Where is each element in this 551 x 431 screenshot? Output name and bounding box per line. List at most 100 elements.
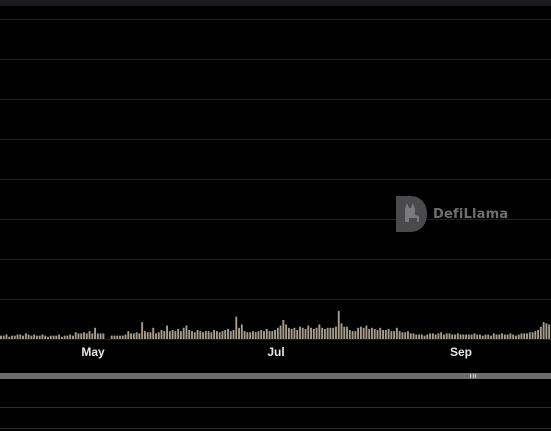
volume-bar (146, 332, 149, 339)
volume-bar (157, 332, 160, 339)
volume-bar (19, 334, 22, 339)
volume-bar (27, 334, 30, 339)
volume-bar (119, 335, 121, 339)
volume-bar (271, 331, 274, 339)
volume-bar (188, 330, 191, 339)
volume-bar (412, 333, 415, 339)
volume-bar (354, 331, 357, 339)
volume-bar (182, 327, 185, 339)
volume-bar (160, 330, 163, 339)
volume-bar (368, 328, 371, 339)
volume-bar (382, 330, 384, 339)
volume-bar (66, 335, 69, 339)
volume-bar (11, 335, 13, 339)
volume-bar (24, 333, 27, 339)
volume-bar (323, 328, 326, 339)
volume-bar (204, 331, 207, 339)
volume-bar (523, 333, 526, 339)
volume-bar (307, 325, 310, 339)
divider-line (0, 428, 551, 429)
volume-bar (149, 332, 152, 339)
volume-bar (193, 332, 196, 339)
volume-bar (509, 333, 512, 339)
volume-bar (520, 333, 523, 339)
volume-bar (138, 333, 141, 339)
volume-bar (301, 327, 304, 339)
volume-bar (124, 334, 127, 339)
volume-bar (80, 333, 83, 339)
volume-bar (431, 333, 434, 339)
volume-bar (74, 332, 77, 339)
time-range-scrollbar[interactable] (0, 373, 551, 379)
volume-bar (199, 331, 202, 339)
volume-bar (473, 333, 476, 339)
volume-bar (63, 335, 66, 339)
volume-bar (404, 332, 407, 339)
volume-bar (481, 335, 484, 339)
volume-bar (0, 335, 2, 339)
volume-bar (163, 331, 166, 339)
volume-bar (41, 334, 44, 339)
scrollbar-handle[interactable] (470, 374, 476, 378)
volume-bar (85, 333, 88, 339)
volume-bar (121, 335, 124, 339)
volume-bar (310, 327, 312, 339)
volume-bar (282, 319, 285, 339)
volume-bar (465, 334, 468, 339)
volume-bar (99, 333, 102, 339)
volume-bar (227, 328, 229, 339)
volume-bar (218, 332, 221, 339)
volume-bar (537, 330, 540, 339)
volume-bar (418, 334, 420, 339)
volume-bar (398, 331, 401, 339)
volume-bar (329, 327, 332, 339)
volume-bar (548, 324, 551, 339)
volume-bar (528, 332, 531, 339)
volume-bar (534, 331, 537, 339)
volume-bar (393, 331, 396, 339)
volume-bar (515, 335, 517, 339)
volume-bar (179, 331, 182, 339)
volume-bar (390, 331, 393, 339)
volume-bar (470, 334, 473, 339)
volume-bar (492, 333, 495, 339)
volume-bar (13, 335, 16, 339)
volume-bar (202, 332, 204, 339)
volume-bar (152, 327, 155, 339)
volume-bar (506, 334, 509, 339)
volume-bar (401, 332, 404, 339)
volume-bar (440, 332, 443, 339)
volume-bar (376, 330, 379, 339)
volume-bar (196, 330, 199, 339)
volume-bar (38, 335, 41, 339)
volume-bar (30, 335, 33, 339)
volume-bar (249, 332, 252, 339)
volume-bar (299, 326, 301, 339)
volume-bar (362, 327, 365, 339)
volume-bar (5, 334, 8, 339)
volume-bar (479, 334, 481, 339)
volume-bar (373, 328, 376, 339)
volume-bar (71, 335, 74, 339)
volume-chart: May Jul Sep (0, 19, 551, 359)
volume-bar (526, 333, 528, 339)
x-tick-label-sep: Sep (450, 345, 472, 359)
volume-bar (359, 326, 362, 339)
volume-bar (409, 333, 412, 339)
volume-bar (215, 331, 218, 339)
volume-bar (265, 328, 268, 339)
volume-bar (88, 331, 91, 339)
volume-bar (459, 334, 462, 339)
volume-bar (423, 335, 426, 339)
volume-bar (251, 331, 254, 339)
volume-bar (55, 335, 58, 339)
volume-bar (490, 335, 492, 339)
volume-bar (279, 325, 282, 339)
volume-bar (35, 335, 38, 339)
volume-bar (379, 327, 382, 339)
volume-bar (451, 334, 454, 339)
volume-bar (52, 335, 55, 339)
volume-bar (434, 334, 437, 339)
volume-bar (293, 327, 296, 339)
volume-bar (60, 336, 63, 339)
